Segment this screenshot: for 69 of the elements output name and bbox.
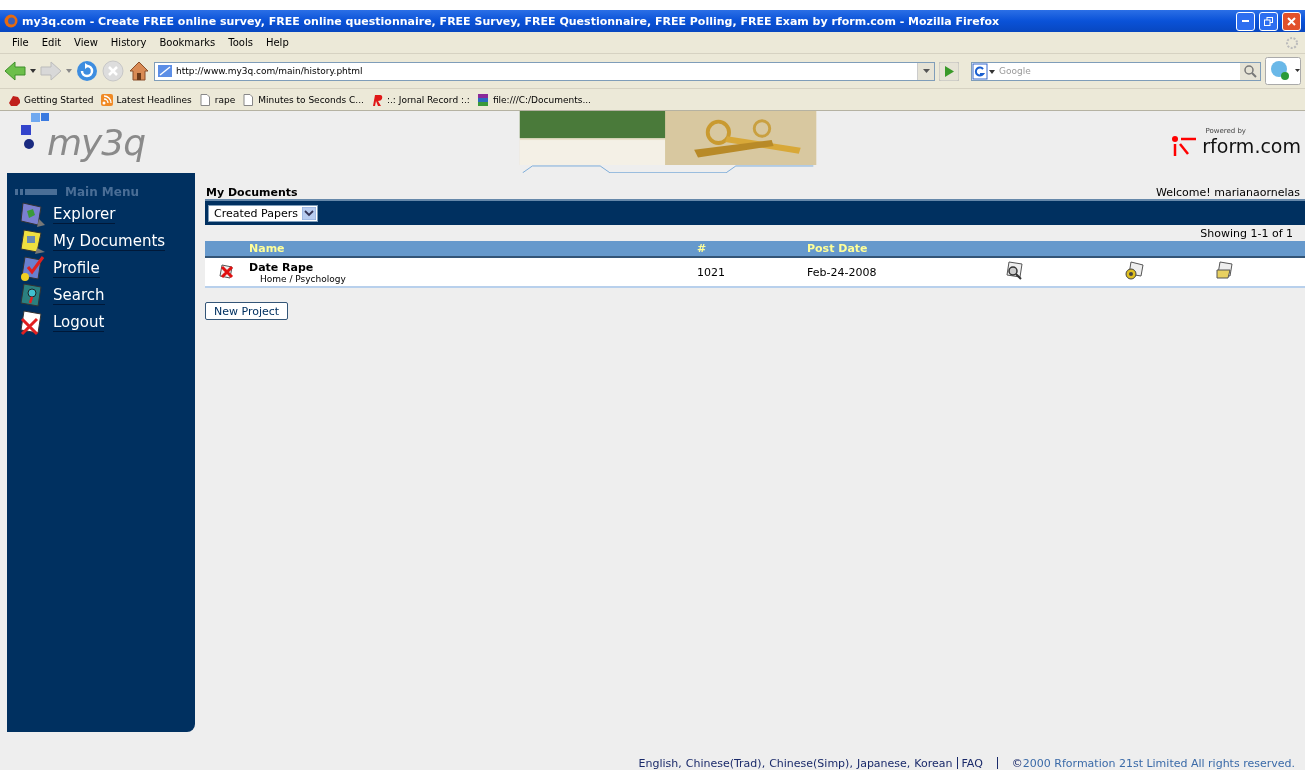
bookmark-item[interactable]: :.: Jornal Record :.: — [370, 93, 470, 106]
menu-item[interactable]: File — [6, 37, 36, 48]
menu-link[interactable]: Explorer — [7, 201, 128, 228]
minimize-icon — [1242, 20, 1249, 22]
window-title: my3q.com - Create FREE online survey, FREE online questionnaire, FREE Survey, FREE Questionnaire, FREE Polling, FREE Exam by rform.com - Mozilla Firefox — [22, 14, 1001, 28]
magnifier-page-icon[interactable] — [1005, 261, 1024, 280]
letter-r-icon — [370, 93, 383, 106]
notebook-icon — [19, 228, 47, 255]
delete-icon[interactable] — [218, 261, 236, 280]
result-count: Showing 1-1 of 1 — [1199, 226, 1294, 241]
language-link[interactable]: Japanese, — [856, 756, 911, 770]
menu-link[interactable]: Profile — [7, 255, 112, 282]
language-link[interactable]: Chinese(Simp), — [769, 756, 853, 770]
restore-icon — [1264, 16, 1273, 26]
minimize-button[interactable] — [1236, 11, 1255, 31]
table-cell: 1021 — [697, 257, 807, 287]
home-icon[interactable] — [128, 60, 150, 82]
dropdown-caret-icon[interactable] — [922, 69, 930, 73]
menu-link[interactable]: Search — [7, 282, 117, 309]
bookmark-item[interactable]: file:///C:/Documents... — [476, 93, 591, 106]
copyright-sign: © — [1011, 756, 1023, 770]
restore-button[interactable] — [1259, 11, 1278, 31]
grip-icon — [15, 189, 57, 195]
faq-link[interactable]: FAQ — [961, 756, 983, 770]
bookmark-item[interactable]: Getting Started — [8, 93, 94, 106]
welcome-text: Welcome! marianaornelas — [1155, 186, 1300, 199]
firefox-icon — [4, 14, 18, 28]
search-icon[interactable] — [1240, 62, 1260, 80]
menu-link[interactable]: My Documents — [7, 228, 178, 255]
map-book-icon — [19, 201, 47, 228]
reload-icon[interactable] — [76, 60, 98, 82]
checkmark-book-icon — [19, 255, 47, 282]
menu-item[interactable]: Help — [259, 37, 296, 48]
folder-page-icon[interactable] — [1215, 261, 1234, 280]
page-icon — [198, 93, 211, 106]
rform-logo-icon — [1172, 135, 1199, 157]
go-icon[interactable] — [939, 61, 959, 81]
papers-dropdown[interactable]: Created Papers — [208, 204, 318, 222]
menu-item[interactable]: Edit — [35, 37, 69, 48]
document-path: Home / Psychology — [259, 273, 347, 284]
document-link[interactable]: Date Rape — [249, 260, 314, 274]
throbber-icon — [1285, 35, 1299, 50]
dropdown-caret-icon[interactable] — [30, 69, 36, 73]
menu-heading: Main Menu — [65, 185, 140, 199]
language-link[interactable]: Korean — [914, 756, 953, 770]
bookmark-item[interactable]: rape — [198, 93, 236, 106]
table-cell: Feb-24-2008 — [807, 257, 1005, 287]
language-link[interactable]: Chinese(Trad), — [685, 756, 766, 770]
close-icon — [1287, 16, 1296, 26]
page-title: My Documents — [205, 186, 298, 199]
copyright-link[interactable]: 2000 Rformation 21st Limited All rights reserved. — [1022, 756, 1295, 770]
book-stack-icon — [476, 93, 489, 106]
bookmark-item[interactable]: Minutes to Seconds C... — [242, 93, 364, 106]
close-button[interactable] — [1282, 11, 1301, 31]
page-icon — [242, 93, 255, 106]
dropdown-caret-icon[interactable] — [301, 206, 316, 220]
menu-item[interactable]: Tools — [222, 37, 260, 48]
menu-item[interactable]: View — [68, 37, 105, 48]
brand-name: rform.com — [1202, 135, 1301, 157]
feed-icon — [100, 93, 113, 106]
menu-item[interactable]: History — [104, 37, 154, 48]
menu-link[interactable]: Logout — [7, 309, 117, 336]
language-link[interactable]: English, — [638, 756, 682, 770]
search-engine-icon[interactable] — [972, 62, 996, 80]
new-project-button[interactable]: New Project — [205, 302, 289, 320]
address-field[interactable]: http://www.my3q.com/main/history.phtml — [154, 61, 935, 81]
page-icon — [158, 65, 172, 77]
bookmark-item[interactable]: Latest Headlines — [100, 93, 192, 106]
menu-item[interactable]: Bookmarks — [153, 37, 223, 48]
